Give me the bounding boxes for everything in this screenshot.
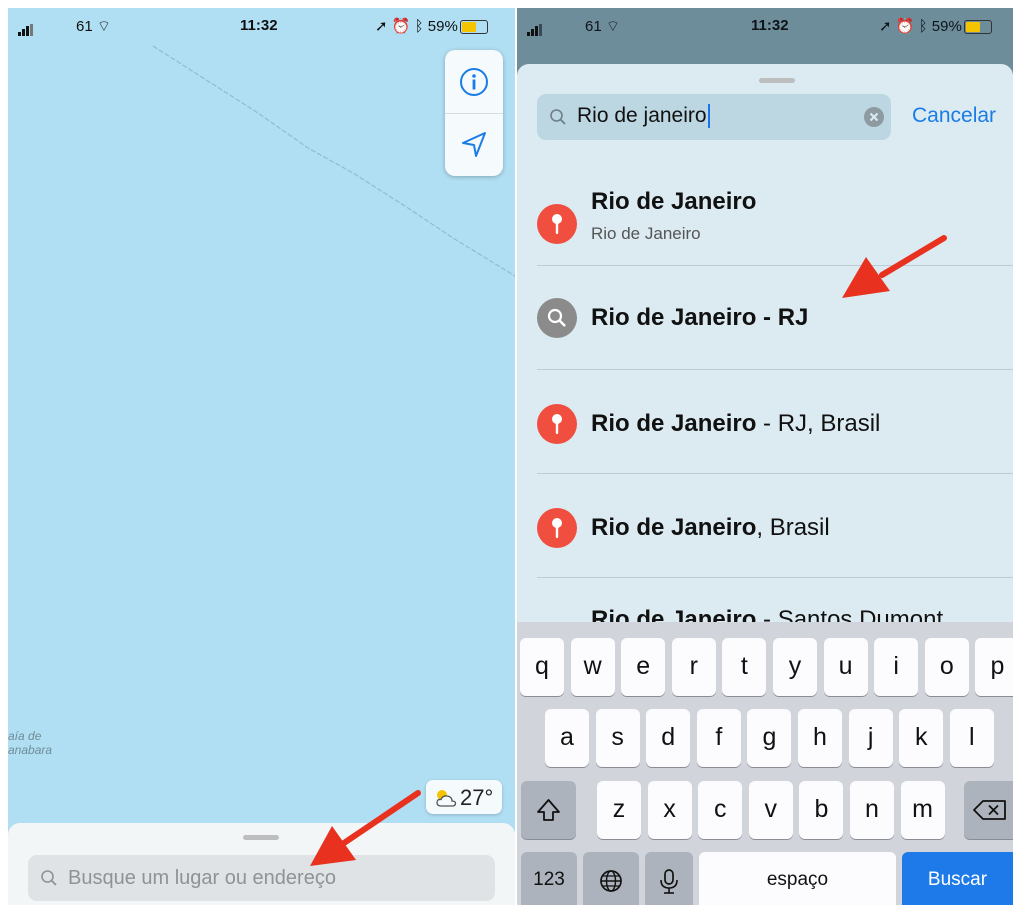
pin-icon bbox=[537, 404, 577, 444]
maps-search-screen: 61 ⌔ 11:32 ➚ ⏰ ᛒ 59% Rio de janeiro Canc… bbox=[517, 8, 1013, 905]
space-key[interactable]: espaço bbox=[699, 852, 896, 905]
status-time: 11:32 bbox=[751, 17, 789, 34]
key-s[interactable]: s bbox=[595, 709, 640, 767]
clear-search-button[interactable] bbox=[864, 107, 884, 127]
shift-key[interactable] bbox=[521, 781, 576, 839]
search-input[interactable]: Rio de janeiro bbox=[537, 94, 891, 140]
sheet-grabber[interactable] bbox=[243, 835, 279, 840]
backspace-key[interactable] bbox=[964, 781, 1013, 839]
wifi-icon: ⌔ bbox=[605, 18, 620, 35]
key-f[interactable]: f bbox=[696, 709, 741, 767]
key-l[interactable]: l bbox=[949, 709, 994, 767]
partly-cloudy-icon bbox=[436, 790, 457, 807]
keyboard: qwertyuiop asdfghjkl zxcvbnm 123 espaço … bbox=[517, 622, 1013, 905]
signal-strength: 61 ⌔ bbox=[585, 18, 620, 35]
key-w[interactable]: w bbox=[570, 638, 615, 696]
key-y[interactable]: y bbox=[773, 638, 817, 696]
key-a[interactable]: a bbox=[545, 709, 589, 767]
search-bar[interactable]: Busque um lugar ou endereço bbox=[28, 855, 495, 901]
search-return-key[interactable]: Buscar bbox=[902, 852, 1013, 905]
map-controls bbox=[445, 50, 503, 176]
shift-icon bbox=[537, 799, 560, 821]
key-b[interactable]: b bbox=[799, 781, 844, 839]
key-p[interactable]: p bbox=[975, 638, 1013, 696]
map-controls-divider bbox=[445, 113, 503, 114]
key-t[interactable]: t bbox=[722, 638, 767, 696]
map-place-label: aía de anabara bbox=[8, 729, 53, 757]
result-item[interactable]: Rio de Janeiro - RJ bbox=[517, 266, 1013, 370]
sheet-grabber[interactable] bbox=[759, 78, 795, 83]
bluetooth-icon: ᛒ bbox=[918, 18, 928, 35]
key-q[interactable]: q bbox=[520, 638, 564, 696]
key-o[interactable]: o bbox=[924, 638, 969, 696]
location-arrow-icon[interactable] bbox=[459, 129, 489, 159]
globe-icon bbox=[600, 870, 622, 892]
weather-temperature: 27° bbox=[460, 785, 494, 810]
info-icon[interactable] bbox=[459, 67, 489, 97]
microphone-key[interactable] bbox=[645, 852, 693, 905]
status-right: ➚ ⏰ ᛒ 59% bbox=[879, 17, 992, 35]
search-input-value: Rio de janeiro bbox=[577, 104, 710, 129]
map-canvas[interactable] bbox=[8, 8, 515, 905]
key-v[interactable]: v bbox=[748, 781, 793, 839]
key-z[interactable]: z bbox=[597, 781, 641, 839]
signal-bars-icon bbox=[527, 19, 543, 36]
maps-home-screen: 61 ⌔ 11:32 ➚ ⏰ ᛒ 59% aía de anabara 27° bbox=[8, 8, 515, 905]
cancel-button[interactable]: Cancelar bbox=[912, 104, 996, 128]
pin-icon bbox=[537, 508, 577, 548]
key-m[interactable]: m bbox=[900, 781, 945, 839]
key-i[interactable]: i bbox=[874, 638, 919, 696]
key-g[interactable]: g bbox=[747, 709, 792, 767]
search-icon bbox=[41, 870, 57, 886]
status-bar: 61 ⌔ 11:32 ➚ ⏰ ᛒ 59% bbox=[517, 8, 1013, 44]
battery-icon bbox=[963, 20, 992, 35]
alarm-icon: ⏰ bbox=[895, 18, 915, 35]
search-sheet: Busque um lugar ou endereço bbox=[8, 823, 515, 905]
search-icon bbox=[537, 298, 577, 338]
result-item[interactable]: Rio de Janeiro Rio de Janeiro bbox=[517, 162, 1013, 266]
result-item[interactable]: Rio de Janeiro, Brasil bbox=[517, 474, 1013, 578]
numbers-key[interactable]: 123 bbox=[521, 852, 577, 905]
globe-key[interactable] bbox=[583, 852, 639, 905]
location-icon: ➚ bbox=[879, 18, 892, 35]
key-c[interactable]: c bbox=[698, 781, 743, 839]
result-title: Rio de Janeiro bbox=[591, 188, 757, 215]
result-subtitle: Rio de Janeiro bbox=[591, 224, 701, 243]
result-title: Rio de Janeiro - RJ, Brasil bbox=[591, 410, 881, 437]
text-caret bbox=[707, 104, 710, 129]
key-d[interactable]: d bbox=[646, 709, 691, 767]
key-h[interactable]: h bbox=[798, 709, 842, 767]
key-x[interactable]: x bbox=[647, 781, 692, 839]
search-placeholder: Busque um lugar ou endereço bbox=[68, 867, 336, 889]
microphone-icon bbox=[660, 869, 678, 894]
weather-badge[interactable]: 27° bbox=[426, 780, 502, 814]
key-j[interactable]: j bbox=[848, 709, 893, 767]
key-r[interactable]: r bbox=[671, 638, 716, 696]
key-n[interactable]: n bbox=[850, 781, 894, 839]
result-item[interactable]: Rio de Janeiro - RJ, Brasil bbox=[517, 370, 1013, 474]
key-u[interactable]: u bbox=[823, 638, 868, 696]
backspace-icon bbox=[973, 800, 1006, 820]
search-icon bbox=[550, 109, 566, 125]
result-title: Rio de Janeiro - RJ bbox=[591, 304, 809, 331]
close-icon bbox=[869, 112, 879, 122]
key-k[interactable]: k bbox=[899, 709, 944, 767]
pin-icon bbox=[537, 204, 577, 244]
key-e[interactable]: e bbox=[621, 638, 666, 696]
result-title: Rio de Janeiro, Brasil bbox=[591, 514, 830, 541]
